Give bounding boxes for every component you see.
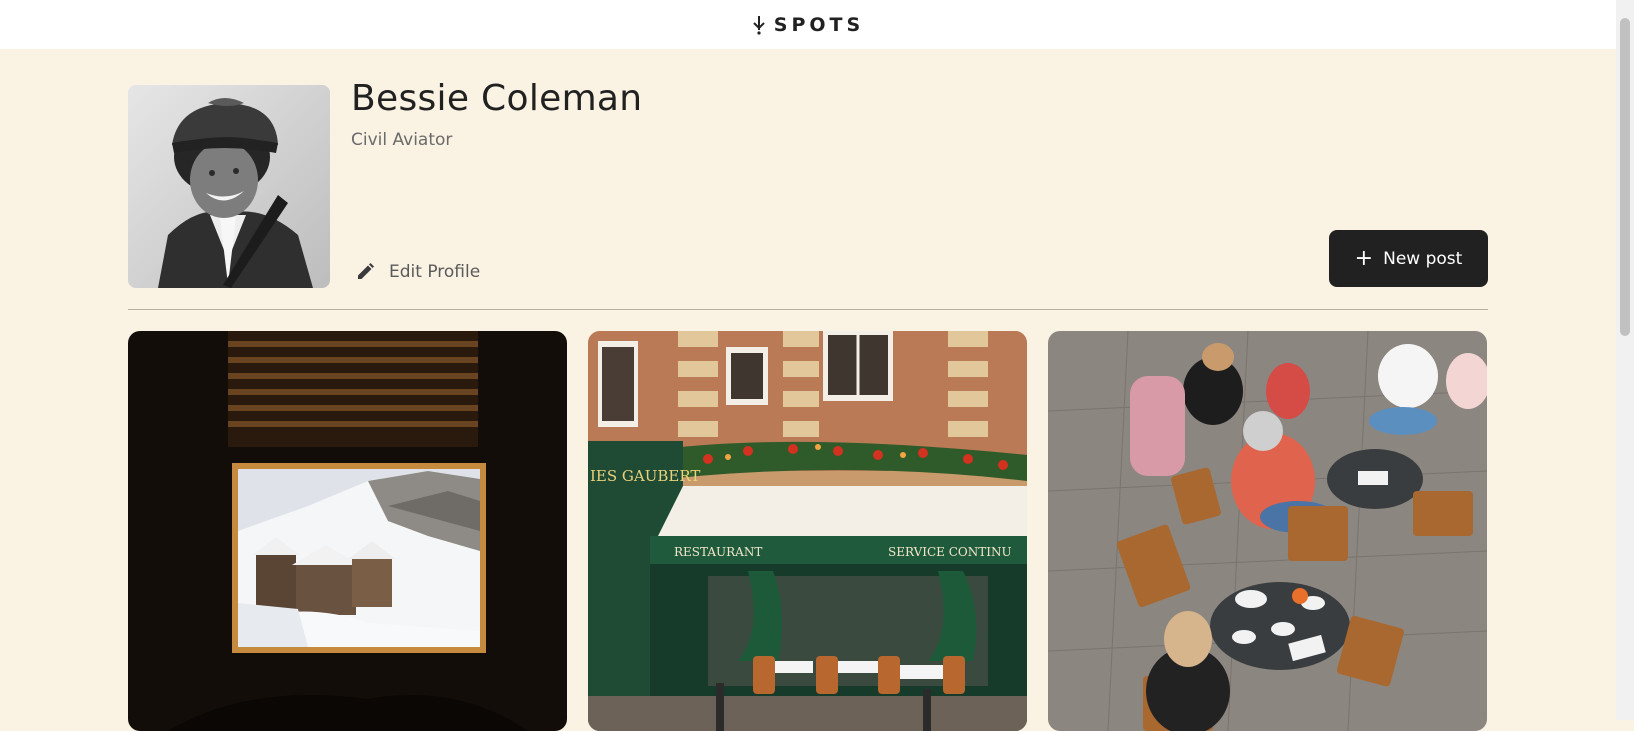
logo-text: SPOTS — [773, 13, 865, 36]
logo[interactable]: SPOTS — [752, 14, 864, 36]
post-image-restaurant: IES GAUBERT RESTAURANT SERVICE CONTINU — [588, 331, 1027, 731]
profile-avatar — [128, 85, 330, 288]
new-post-label: New post — [1383, 248, 1463, 269]
sign-text-restaurant: RESTAURANT — [674, 545, 762, 559]
header: SPOTS — [0, 0, 1616, 49]
profile-name: Bessie Coleman — [351, 78, 643, 119]
edit-profile-button[interactable]: Edit Profile — [355, 262, 480, 282]
scrollbar-thumb[interactable] — [1620, 18, 1630, 336]
pencil-icon — [358, 263, 374, 279]
profile-divider — [128, 309, 1488, 310]
post-image-cafe — [1048, 331, 1487, 731]
post-image-window-view — [128, 331, 567, 731]
page-scrollbar[interactable] — [1616, 0, 1634, 720]
edit-profile-label: Edit Profile — [389, 262, 481, 282]
sign-text-gaubert: IES GAUBERT — [590, 467, 700, 485]
profile-description: Civil Aviator — [351, 130, 453, 150]
post-card-3[interactable] — [1048, 331, 1487, 731]
post-card-2[interactable]: IES GAUBERT RESTAURANT SERVICE CONTINU — [588, 331, 1027, 731]
new-post-button[interactable]: + New post — [1329, 230, 1488, 287]
post-card-1[interactable] — [128, 331, 567, 731]
plus-icon: + — [1354, 245, 1374, 271]
sign-text-service: SERVICE CONTINU — [888, 545, 1012, 559]
spots-logo-icon — [753, 15, 765, 35]
